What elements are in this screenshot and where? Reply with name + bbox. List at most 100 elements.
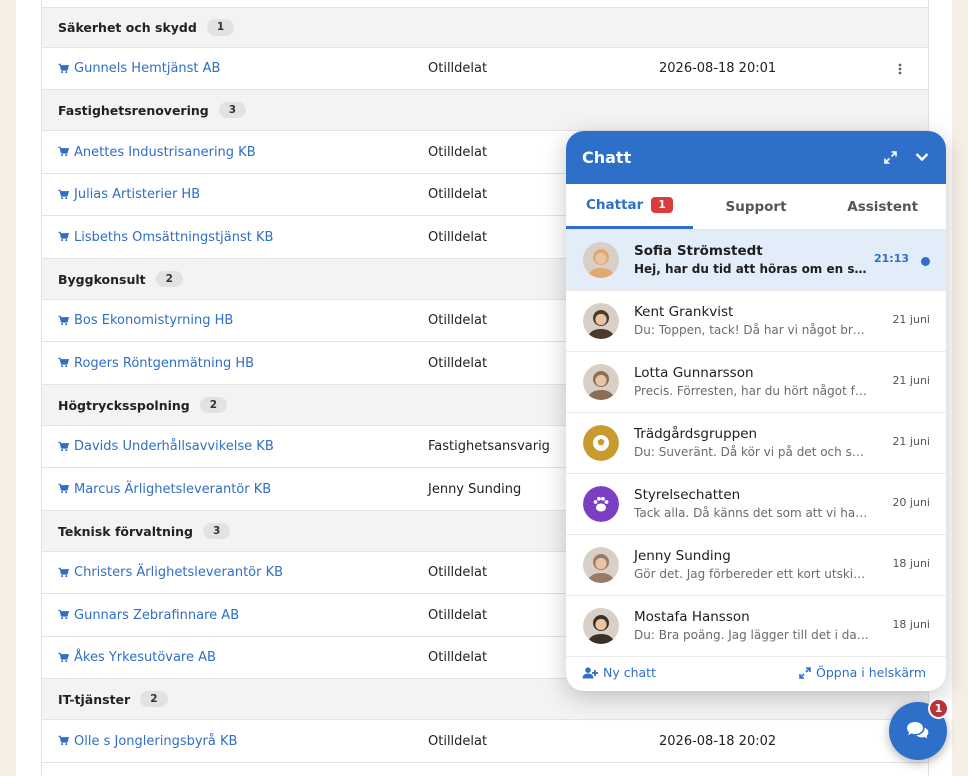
more-vertical-icon[interactable] — [892, 61, 908, 77]
assignee-cell: Otilldelat — [428, 733, 488, 749]
date-cell: 2026-08-18 20:02 — [659, 733, 777, 749]
avatar — [583, 608, 619, 644]
group-name: IT-tjänster — [58, 691, 131, 707]
cart-icon — [58, 441, 70, 453]
company-link[interactable]: Christers Ärlighetsleverantör KB — [58, 565, 283, 580]
company-name: Olle s Jongleringsbyrå KB — [74, 733, 238, 749]
company-link[interactable]: Gunnars Zebrafinnare AB — [58, 608, 239, 623]
conversation-time: 21 juni — [892, 374, 930, 387]
conversation-preview: Precis. Förresten, har du hört något frå… — [634, 384, 870, 398]
company-link[interactable]: Gunnels Hemtjänst AB — [58, 61, 220, 76]
expand-icon — [799, 666, 811, 679]
group-name: Byggkonsult — [58, 271, 146, 287]
company-name: Åkes Yrkesutövare AB — [74, 650, 216, 665]
group-header-row: Säkerhet och skydd 1 — [42, 7, 928, 47]
conversation-item[interactable]: Jenny Sunding Gör det. Jag förbereder ett… — [566, 535, 946, 596]
company-link[interactable]: Davids Underhållsavvikelse KB — [58, 439, 274, 454]
company-name: Julias Artisterier HB — [74, 187, 201, 202]
assignee-cell: Otilldelat — [428, 607, 488, 623]
group-count-badge: 2 — [155, 270, 183, 288]
group-name: Teknisk förvaltning — [58, 523, 194, 539]
company-link[interactable]: Åkes Yrkesutövare AB — [58, 650, 216, 665]
company-link[interactable]: Bos Ekonomistyrning HB — [58, 313, 233, 328]
company-name: Marcus Ärlighetsleverantör KB — [74, 481, 272, 497]
cart-icon — [58, 567, 70, 579]
table-row[interactable]: Olle s Jongleringsbyrå KB Otilldelat 2026-… — [42, 719, 928, 762]
cart-icon — [58, 189, 70, 201]
group-count-badge: 3 — [218, 101, 247, 119]
avatar — [583, 242, 619, 278]
conversation-preview: Du: Suveränt. Då kör vi på det och ser h… — [634, 445, 870, 459]
chat-header: Chatt — [566, 131, 946, 184]
assignee-cell: Otilldelat — [428, 187, 488, 202]
tab-support[interactable]: Support — [693, 184, 820, 229]
company-name: Anettes Industrisanering KB — [74, 144, 256, 160]
company-link[interactable]: Rogers Röntgenmätning HB — [58, 356, 254, 371]
cart-icon — [58, 231, 70, 243]
company-name: Christers Ärlighetsleverantör KB — [74, 565, 284, 580]
conversation-name: Styrelsechatten — [634, 487, 741, 503]
cart-icon — [58, 652, 70, 664]
group-count-badge: 2 — [199, 396, 228, 414]
company-link[interactable]: Anettes Industrisanering KB — [58, 145, 256, 160]
table-row[interactable]: Gunnels Hemtjänst AB Otilldelat 2026-08-18… — [42, 47, 928, 89]
company-link[interactable]: Olle s Jongleringsbyrå KB — [58, 734, 237, 749]
cart-icon — [58, 735, 70, 747]
fullscreen-label: Öppna i helskärm — [816, 665, 927, 680]
chat-title: Chatt — [582, 148, 632, 167]
conversation-item[interactable]: Lotta Gunnarsson Precis. Förresten, har d… — [566, 352, 946, 413]
company-name: Gunnars Zebrafinnare AB — [74, 607, 240, 623]
assignee-cell: Otilldelat — [428, 565, 488, 580]
conversation-preview: Du: Toppen, tack! Då har vi något bra at… — [634, 323, 870, 337]
assignee-cell: Fastighetsansvarig — [428, 439, 550, 454]
conversation-time: 20 juni — [892, 496, 930, 509]
assignee-cell: Otilldelat — [428, 144, 488, 160]
expand-icon[interactable] — [882, 149, 898, 165]
conversation-item[interactable]: Styrelsechatten Tack alla. Då känns det s… — [566, 474, 946, 535]
group-name: Fastighetsrenovering — [58, 102, 209, 118]
company-name: Bos Ekonomistyrning HB — [74, 313, 234, 328]
company-name: Davids Underhållsavvikelse KB — [74, 439, 274, 454]
conversation-preview: Gör det. Jag förbereder ett kort utskick… — [634, 567, 870, 581]
assignee-cell: Jenny Sunding — [428, 481, 522, 497]
company-link[interactable]: Julias Artisterier HB — [58, 187, 200, 202]
company-link[interactable]: Marcus Ärlighetsleverantör KB — [58, 482, 271, 497]
company-name: Lisbeths Omsättningstjänst KB — [74, 229, 274, 245]
cart-icon — [58, 609, 70, 621]
conversation-preview: Tack alla. Då känns det som att vi har e… — [634, 506, 870, 520]
conversation-time: 18 juni — [892, 618, 930, 631]
tab-assistent[interactable]: Assistent — [819, 184, 946, 229]
table-row — [42, 762, 928, 776]
conversation-preview: Hej, har du tid att höras om en stund? — [634, 262, 870, 276]
fullscreen-button[interactable]: Öppna i helskärm — [799, 665, 926, 680]
assignee-cell: Otilldelat — [428, 355, 488, 371]
group-header-row: Fastighetsrenovering 3 — [42, 89, 928, 130]
group-count-badge: 3 — [203, 522, 231, 540]
assignee-cell: Otilldelat — [428, 313, 488, 328]
conversation-item[interactable]: Kent Grankvist Du: Toppen, tack! Då har v… — [566, 291, 946, 352]
chat-footer: Ny chatt Öppna i helskärm — [566, 654, 946, 691]
conversation-item[interactable]: Mostafa Hansson Du: Bra poäng. Jag lägger… — [566, 596, 946, 657]
paw-icon — [583, 486, 619, 522]
cart-icon — [58, 63, 70, 75]
unread-badge: 1 — [651, 197, 673, 213]
conversation-name: Sofia Strömstedt — [634, 243, 763, 259]
date-cell: 2026-08-18 20:01 — [659, 61, 777, 76]
conversation-time: 18 juni — [892, 557, 930, 570]
company-name: Rogers Röntgenmätning HB — [74, 355, 255, 371]
chevron-down-icon[interactable] — [914, 149, 930, 165]
new-chat-button[interactable]: Ny chatt — [582, 665, 656, 680]
conversation-item[interactable]: Sofia Strömstedt Hej, har du tid att höra… — [566, 230, 946, 291]
conversation-name: Lotta Gunnarsson — [634, 365, 754, 381]
avatar — [583, 303, 619, 339]
group-count-badge: 1 — [206, 19, 235, 36]
group-name: Högtrycksspolning — [58, 397, 190, 413]
tab-label: Support — [725, 198, 787, 215]
group-name: Säkerhet och skydd — [58, 20, 197, 35]
company-link[interactable]: Lisbeths Omsättningstjänst KB — [58, 230, 273, 245]
tab-chattar[interactable]: Chattar 1 — [566, 184, 693, 229]
conversation-item[interactable]: Trädgårdsgruppen Du: Suveränt. Då kör vi … — [566, 413, 946, 474]
conversation-time: 21:13 — [873, 252, 909, 265]
conversation-name: Trädgårdsgruppen — [634, 426, 758, 442]
chat-tabs: Chattar 1 Support Assistent — [566, 184, 946, 230]
